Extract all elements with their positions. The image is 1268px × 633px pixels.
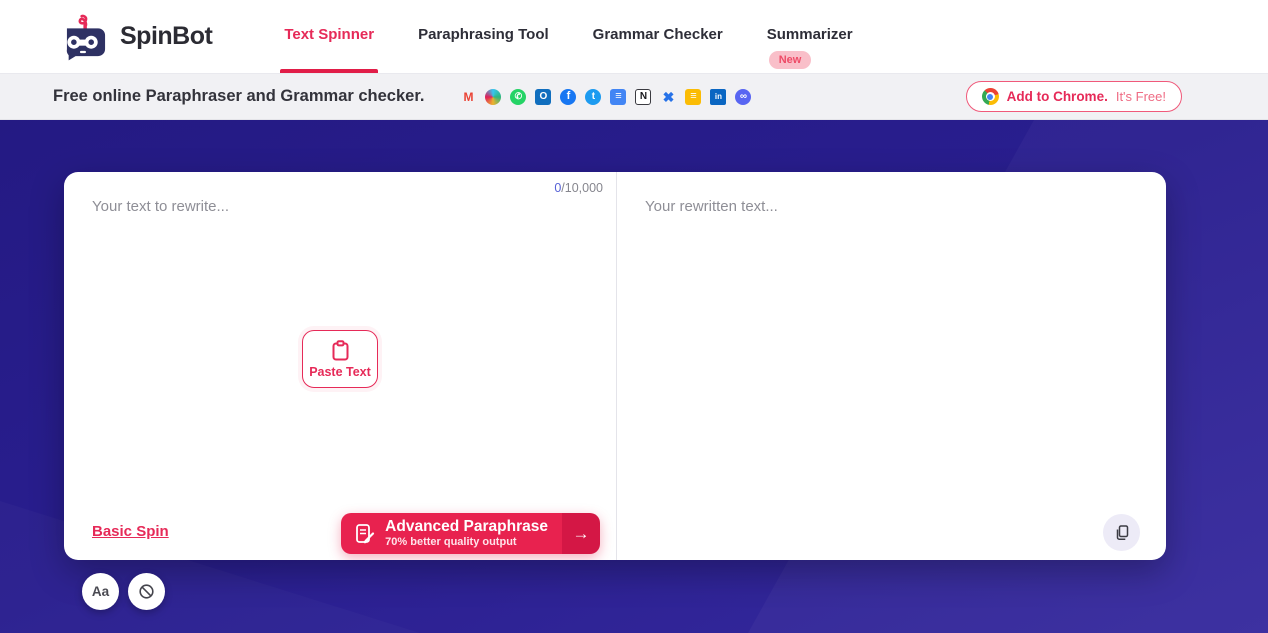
tab-grammar-checker[interactable]: Grammar Checker [571,0,745,73]
advanced-title: Advanced Paraphrase [385,518,548,536]
tab-label: Text Spinner [284,26,375,43]
notion-icon[interactable]: N [635,88,652,105]
copy-icon [1116,525,1128,541]
active-tab-underline [280,69,379,73]
tab-label: Paraphrasing Tool [418,26,549,43]
advanced-subtitle: 70% better quality output [385,536,517,549]
facebook-icon[interactable]: f [560,88,577,105]
whatsapp-icon[interactable]: ✆ [510,88,527,105]
input-textarea[interactable]: 0/10,000 Your text to rewrite... Paste T… [64,172,617,560]
tab-label: Summarizer [766,26,853,43]
google-slides-icon[interactable]: ≡ [685,88,702,105]
paste-text-button[interactable]: Paste Text [302,330,378,388]
gmail-icon[interactable]: M [460,89,476,105]
ban-icon [139,584,154,599]
add-to-chrome-button[interactable]: Add to Chrome. It's Free! [965,81,1182,112]
editor-area: 0/10,000 Your text to rewrite... Paste T… [0,120,1268,633]
slack-icon[interactable] [485,88,502,105]
clipboard-icon [332,339,348,360]
bottom-controls: Aa [82,573,165,610]
tab-text-spinner[interactable]: Text Spinner [262,0,396,73]
new-badge: New [768,51,812,69]
advanced-paraphrase-button[interactable]: Advanced Paraphrase 70% better quality o… [341,513,600,554]
app-icons: M ✆ Of t ≡ N ✖ ≡ in ∞ [460,88,752,105]
linkedin-icon[interactable]: in [710,88,727,105]
tab-label: Grammar Checker [592,26,723,43]
advanced-paraphrase-main: Advanced Paraphrase 70% better quality o… [341,513,562,554]
tab-summarizer[interactable]: Summarizer New [745,0,875,73]
advanced-paraphrase-text: Advanced Paraphrase 70% better quality o… [385,518,548,548]
case-label: Aa [91,584,110,599]
brand-name: SpinBot [120,22,213,50]
chrome-icon [981,88,999,105]
output-placeholder: Your rewritten text... [645,198,778,215]
tagline: Free online Paraphraser and Grammar chec… [53,87,425,105]
char-count-limit: /10,000 [561,181,603,195]
outlook-icon[interactable]: O [535,88,552,105]
arrow-right-icon: → [572,523,590,543]
paste-text-label: Paste Text [309,364,371,379]
editor-card: 0/10,000 Your text to rewrite... Paste T… [64,172,1166,560]
twitter-icon[interactable]: t [585,88,602,105]
spinbot-logo[interactable]: SpinBot [60,11,213,63]
top-header: SpinBot Text Spinner Paraphrasing Tool G… [0,0,1268,74]
main-nav: Text Spinner Paraphrasing Tool Grammar C… [262,0,874,73]
output-pane: Your rewritten text... [617,172,1166,560]
discord-icon[interactable]: ∞ [735,88,752,105]
basic-spin-link[interactable]: Basic Spin [92,523,169,540]
document-edit-icon [356,523,375,543]
char-counter: 0/10,000 [554,181,603,195]
arrow-segment: → [562,513,600,554]
stopwords-button[interactable] [128,573,165,610]
robot-icon [66,14,106,60]
tab-paraphrasing-tool[interactable]: Paraphrasing Tool [396,0,571,73]
google-docs-icon[interactable]: ≡ [610,88,627,105]
chrome-button-secondary: It's Free! [1115,89,1166,104]
input-placeholder: Your text to rewrite... [92,198,230,215]
case-button[interactable]: Aa [82,573,119,610]
copy-button[interactable] [1103,514,1140,551]
promo-bar: Free online Paraphraser and Grammar chec… [0,74,1268,120]
chrome-button-primary: Add to Chrome. [1006,89,1108,104]
x-app-icon[interactable]: ✖ [660,89,676,105]
